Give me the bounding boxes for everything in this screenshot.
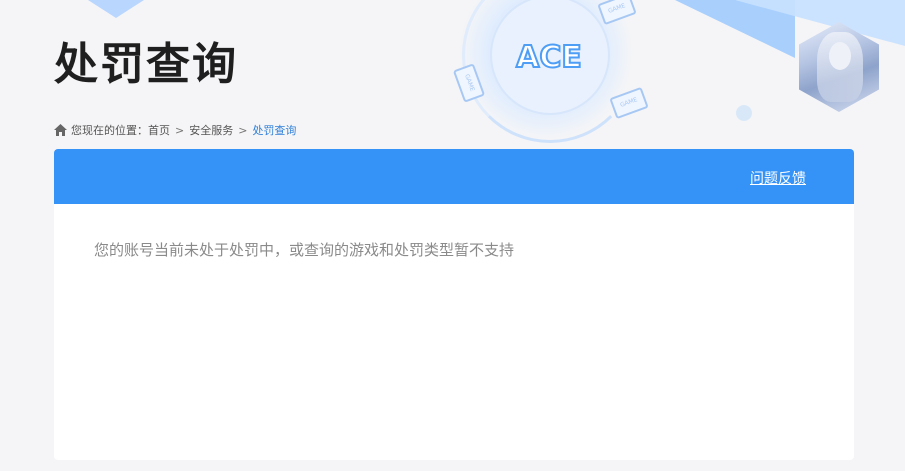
breadcrumb-item-security[interactable]: 安全服务 (189, 122, 233, 138)
breadcrumb-separator: > (238, 123, 248, 137)
breadcrumb-separator: > (175, 123, 185, 137)
decorative-dot (736, 105, 752, 121)
home-icon (54, 124, 67, 136)
ace-logo: ACE (515, 39, 583, 76)
result-panel: 问题反馈 您的账号当前未处于处罚中，或查询的游戏和处罚类型暂不支持 (54, 149, 854, 460)
decorative-triangle-left (88, 0, 144, 18)
breadcrumb-item-home[interactable]: 首页 (148, 122, 170, 138)
feedback-link[interactable]: 问题反馈 (750, 168, 806, 188)
panel-header: 问题反馈 (54, 149, 854, 204)
result-message: 您的账号当前未处于处罚中，或查询的游戏和处罚类型暂不支持 (94, 241, 515, 259)
breadcrumb-prefix: 您现在的位置： (71, 124, 148, 137)
page-title: 处罚查询 (54, 39, 238, 90)
breadcrumb-item-current: 处罚查询 (252, 124, 297, 137)
breadcrumb: 您现在的位置： 首页 > 安全服务 > 处罚查询 (54, 122, 296, 138)
ace-logo-text: ACE (516, 40, 582, 75)
